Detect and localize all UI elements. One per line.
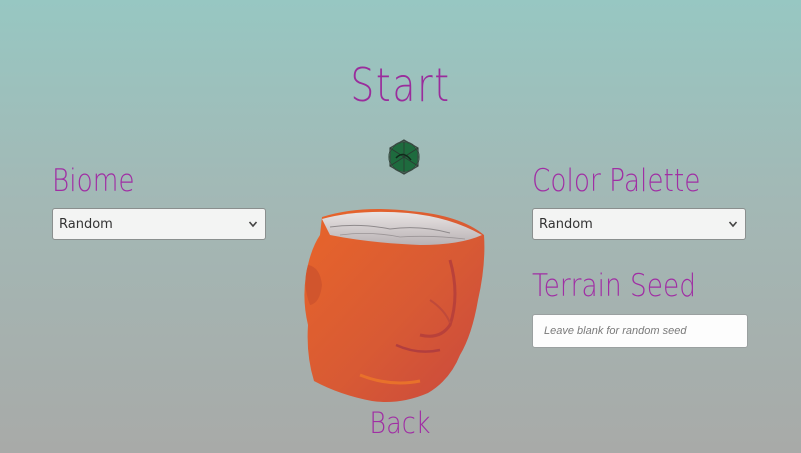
biome-label: Biome — [52, 163, 135, 199]
terrain-seed-placeholder: Leave blank for random seed — [544, 325, 687, 337]
color-palette-dropdown[interactable]: Random — [532, 208, 746, 240]
chevron-down-icon — [728, 221, 738, 228]
chevron-down-icon — [248, 221, 258, 228]
globe-orb-icon — [388, 139, 420, 175]
terrain-seed-input[interactable]: Leave blank for random seed — [532, 314, 748, 348]
color-palette-label: Color Palette — [532, 163, 701, 199]
terrain-head-preview — [304, 209, 485, 402]
biome-dropdown[interactable]: Random — [52, 208, 266, 240]
terrain-seed-label: Terrain Seed — [532, 268, 696, 304]
start-button[interactable]: Start — [72, 58, 729, 112]
biome-selected-value: Random — [59, 216, 113, 232]
color-palette-selected-value: Random — [539, 216, 593, 232]
back-button[interactable]: Back — [365, 406, 435, 440]
